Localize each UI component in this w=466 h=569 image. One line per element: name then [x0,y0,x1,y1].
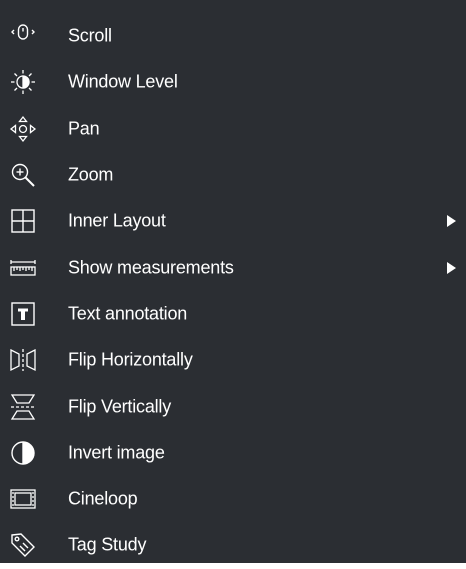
menu-item-inner-layout[interactable]: Inner Layout [0,198,466,244]
menu-item-label: Inner Layout [68,210,166,231]
tag-icon [8,530,38,560]
flip-vertical-icon [8,392,38,422]
menu-item-invert-image[interactable]: Invert image [0,430,466,476]
menu-item-label: Tag Study [68,534,147,555]
grid-layout-icon [8,206,38,236]
menu-item-label: Text annotation [68,303,188,324]
menu-item-label: Show measurements [68,257,234,278]
flip-horizontal-icon [8,345,38,375]
menu-item-text-annotation[interactable]: Text annotation [0,291,466,337]
menu-item-tag-study[interactable]: Tag Study [0,522,466,568]
submenu-arrow-icon [447,261,456,274]
menu-item-label: Cineloop [68,488,138,509]
pan-icon [8,114,38,144]
window-level-icon [8,67,38,97]
ruler-icon [8,253,38,283]
menu-item-label: Window Level [68,71,178,92]
menu-item-flip-vertically[interactable]: Flip Vertically [0,383,466,429]
menu-item-label: Scroll [68,25,112,46]
mouse-scroll-icon [8,21,38,51]
text-annotation-icon [8,299,38,329]
menu-item-zoom[interactable]: Zoom [0,152,466,198]
menu-item-label: Pan [68,118,100,139]
menu-item-label: Zoom [68,164,114,185]
context-menu: Scroll Window Level Pan Zoom Inner Layou… [0,0,466,563]
film-icon [8,484,38,514]
menu-item-label: Flip Vertically [68,396,172,417]
menu-item-label: Invert image [68,442,165,463]
invert-icon [8,438,38,468]
submenu-arrow-icon [447,215,456,228]
menu-item-pan[interactable]: Pan [0,106,466,152]
menu-item-window-level[interactable]: Window Level [0,59,466,105]
zoom-icon [8,160,38,190]
menu-item-cineloop[interactable]: Cineloop [0,476,466,522]
menu-item-flip-horizontally[interactable]: Flip Horizontally [0,337,466,383]
menu-item-label: Flip Horizontally [68,349,193,370]
menu-item-scroll[interactable]: Scroll [0,13,466,59]
menu-item-show-measurements[interactable]: Show measurements [0,244,466,290]
